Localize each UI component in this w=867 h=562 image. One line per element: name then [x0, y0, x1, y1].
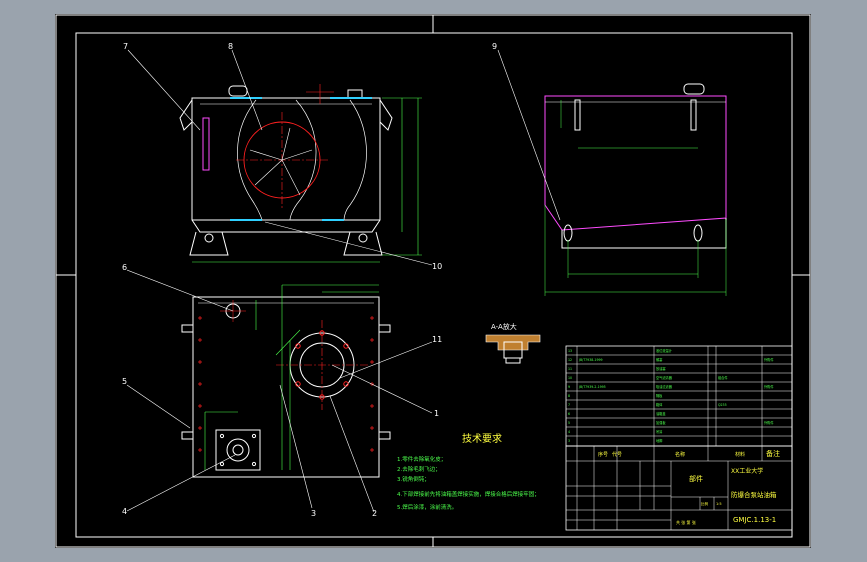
svg-text:Q235: Q235: [718, 403, 727, 407]
tb-drawing-name: 防爆合泵站油箱: [731, 490, 777, 499]
tech-item-5: 5.焊后涂漆，涂前清洗。: [397, 503, 457, 511]
front-foot-left: [189, 231, 229, 256]
svg-text:6: 6: [568, 412, 570, 416]
side-cap: [683, 83, 705, 95]
front-level-gauge: [202, 117, 210, 171]
side-slot-left: [574, 99, 581, 131]
balloon-9: 9: [492, 42, 497, 51]
balloon-11: 11: [432, 335, 442, 344]
front-foot-hole-left: [204, 233, 214, 243]
front-handle-right: [379, 99, 393, 131]
svg-text:放油塞: 放油塞: [656, 366, 666, 371]
front-handle-left: [179, 99, 193, 131]
balloon-4: 4: [122, 507, 127, 516]
section-aa-nut: [505, 357, 521, 364]
top-lug-left-1: [181, 324, 194, 333]
front-stiffener-ribs: [249, 127, 313, 196]
top-lug-right-2: [378, 431, 391, 440]
tb-drawing-no: GMJC.1.13-1: [733, 516, 776, 524]
svg-text:5: 5: [568, 421, 570, 425]
side-slot-right: [690, 99, 697, 131]
svg-text:地脚: 地脚: [656, 438, 662, 443]
side-drain-left: [563, 224, 573, 242]
front-foot-hole-right: [358, 233, 368, 243]
svg-text:隔板: 隔板: [656, 393, 663, 398]
top-tank-outline: [192, 296, 380, 478]
svg-text:吸油过滤器: 吸油过滤器: [656, 384, 673, 389]
front-filler-cap: [228, 85, 248, 97]
tech-item-4: 4.下部焊接前先将油箱盖焊接实施，焊接合格后焊接牢固；: [397, 490, 540, 498]
tech-requirements: 技术要求 1.零件去除氧化皮； 2.去除毛刺飞边； 3.锐角倒钝； 4.下部焊接…: [397, 432, 540, 511]
svg-text:外购件: 外购件: [764, 384, 774, 389]
svg-text:空气滤清器: 空气滤清器: [656, 375, 673, 380]
balloon-8: 8: [228, 42, 233, 51]
tb-part-header: 部件: [689, 474, 703, 483]
tb-scale-label: 比例: [701, 501, 709, 506]
svg-text:13: 13: [568, 349, 572, 353]
svg-text:组合件: 组合件: [718, 375, 728, 380]
svg-text:箱体: 箱体: [656, 402, 663, 407]
tb-scale: 1:5: [716, 502, 722, 506]
top-flange-square: [215, 429, 261, 471]
svg-text:10: 10: [568, 376, 572, 380]
side-view: [544, 83, 727, 296]
tb-col-remark: 备注: [766, 449, 780, 458]
top-lug-left-2: [181, 431, 194, 440]
tb-col-seq: 序号: [598, 451, 608, 458]
top-view: [181, 284, 391, 478]
svg-text:外购件: 外购件: [764, 420, 774, 425]
side-drain-right: [693, 224, 703, 242]
svg-text:吊耳: 吊耳: [656, 430, 663, 434]
svg-text:9: 9: [568, 385, 570, 389]
balloon-5: 5: [122, 377, 127, 386]
cad-drawing: 技术要求 1.零件去除氧化皮； 2.去除毛刺飞边； 3.锐角倒钝； 4.下部焊接…: [55, 14, 811, 548]
balloon-3: 3: [311, 509, 316, 518]
balloon-10: 10: [432, 262, 442, 271]
side-tank-outline: [544, 95, 727, 231]
svg-text:螺塞: 螺塞: [656, 357, 663, 362]
tech-item-3: 3.锐角倒钝；: [397, 475, 430, 483]
parts-list: 13 12 11 10 9 8 7 6 5 4 3 JB/T7938-1999 JB/T793…: [565, 345, 793, 447]
tb-col-code: 代号: [612, 451, 622, 458]
svg-text:4: 4: [568, 430, 570, 434]
svg-text:7: 7: [568, 403, 570, 407]
balloon-1: 1: [434, 409, 439, 418]
svg-text:外购件: 外购件: [764, 357, 774, 362]
svg-text:JB/T7938-1999: JB/T7938-1999: [578, 358, 603, 362]
svg-text:11: 11: [568, 367, 572, 371]
tb-school: XX工业大学: [731, 467, 763, 475]
section-label: A-A放大: [491, 322, 517, 331]
svg-text:3: 3: [568, 439, 570, 443]
svg-text:JB/T7939-2-1995: JB/T7939-2-1995: [578, 385, 606, 389]
balloon-6: 6: [122, 263, 127, 272]
svg-text:8: 8: [568, 394, 570, 398]
front-tank-outline: [191, 97, 381, 233]
top-lug-right-1: [378, 324, 391, 333]
front-view: [179, 84, 422, 263]
tb-col-material: 材料: [735, 451, 745, 458]
top-flange-bolt-1: [219, 433, 225, 439]
tech-title: 技术要求: [462, 432, 502, 445]
section-aa: [485, 334, 541, 364]
svg-text:加强板: 加强板: [656, 420, 666, 425]
tech-item-2: 2.去除毛刺飞边；: [397, 465, 441, 473]
top-dim-diag: [275, 329, 301, 356]
front-baffle-curve-right: [343, 99, 367, 221]
top-flange-bolt-4: [251, 461, 257, 467]
side-bottom-slope: [561, 218, 727, 249]
tb-sheet-label: 共 张 第 张: [676, 519, 696, 525]
balloon-7: 7: [123, 42, 128, 51]
top-flange-bolt-3: [219, 461, 225, 467]
front-breather: [347, 89, 363, 99]
svg-text:液位液温计: 液位液温计: [656, 348, 673, 353]
tech-item-1: 1.零件去除氧化皮；: [397, 455, 446, 463]
balloon-2: 2: [372, 509, 377, 518]
top-flange-bolt-2: [251, 433, 257, 439]
top-flange-hole-inner: [232, 444, 244, 456]
tb-col-name: 名称: [675, 451, 685, 458]
svg-text:12: 12: [568, 358, 572, 362]
svg-text:油箱盖: 油箱盖: [656, 411, 666, 416]
title-block: 序号 代号 名称 材料 备注 部件 XX工业大学 防爆合泵站油箱 GMJC.1.…: [565, 445, 793, 531]
